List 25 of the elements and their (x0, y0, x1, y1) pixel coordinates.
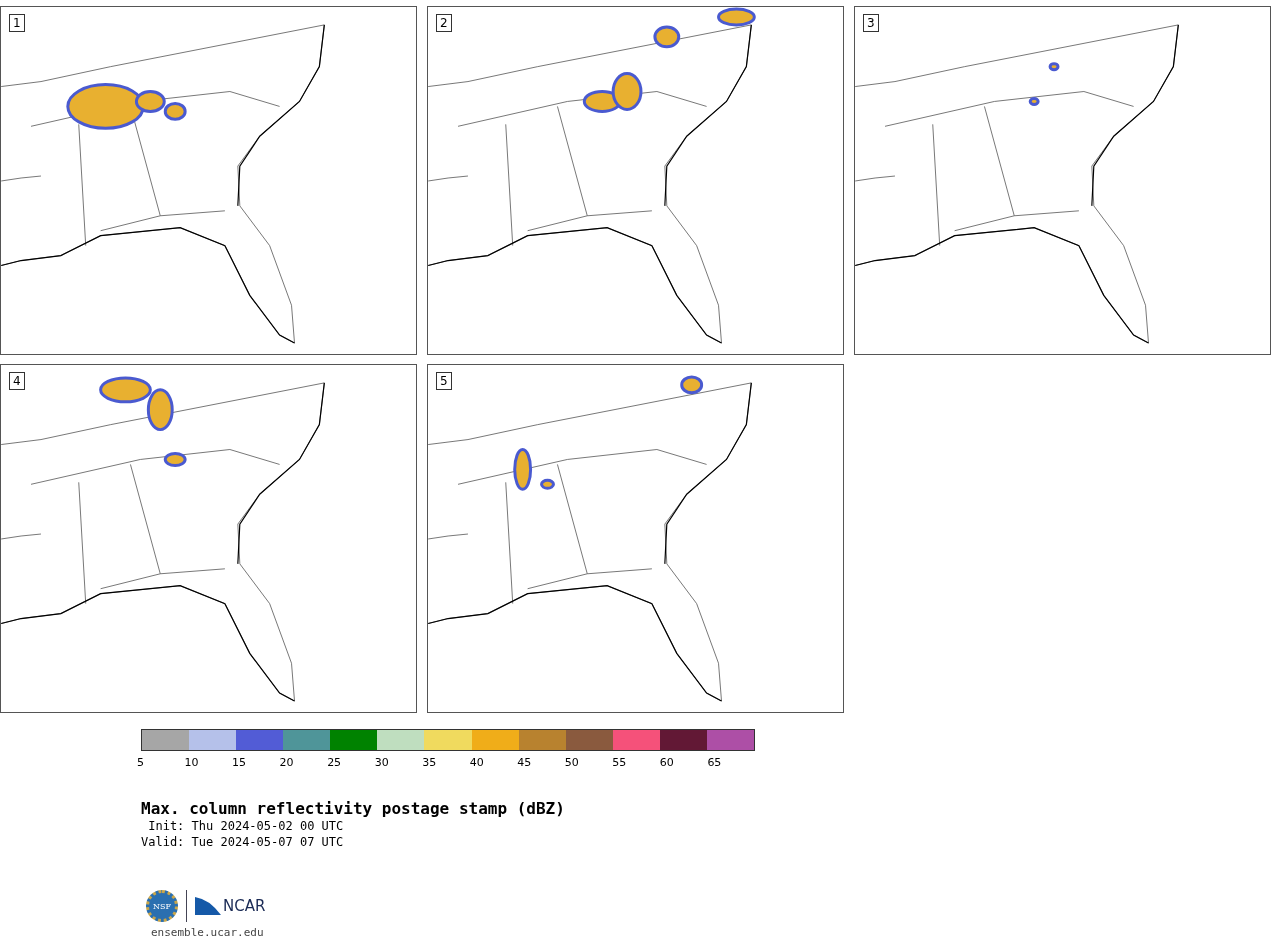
tick-label: 25 (327, 755, 343, 769)
valid-time: Valid: Tue 2024-05-07 07 UTC (141, 834, 345, 850)
tick-label: 45 (517, 755, 533, 769)
tick-label: 55 (612, 755, 628, 769)
tick-label: 20 (279, 755, 295, 769)
tick-label: 10 (184, 755, 200, 769)
logo-text: NCAR (223, 897, 266, 915)
panel-number: 4 (9, 372, 25, 390)
tick-label: 15 (232, 755, 248, 769)
chart-title: Max. column reflectivity postage stamp (dBZ) (141, 799, 566, 818)
tick-label: 65 (707, 755, 723, 769)
swoosh-icon (195, 897, 221, 915)
init-time: Init: Thu 2024-05-02 00 UTC (147, 818, 345, 834)
tick-label: 60 (659, 755, 675, 769)
tick-label: 40 (469, 755, 485, 769)
tick-label: 50 (564, 755, 580, 769)
site-url: ensemble.ucar.edu (151, 926, 265, 936)
tick-label: 5 (137, 755, 145, 769)
panel-number: 2 (436, 14, 452, 32)
tick-label: 35 (422, 755, 438, 769)
globe-logo: NSF (146, 890, 178, 922)
panel-number: 3 (863, 14, 879, 32)
panel-number: 5 (436, 372, 452, 390)
panel-number: 1 (9, 14, 25, 32)
tick-label: 30 (374, 755, 390, 769)
